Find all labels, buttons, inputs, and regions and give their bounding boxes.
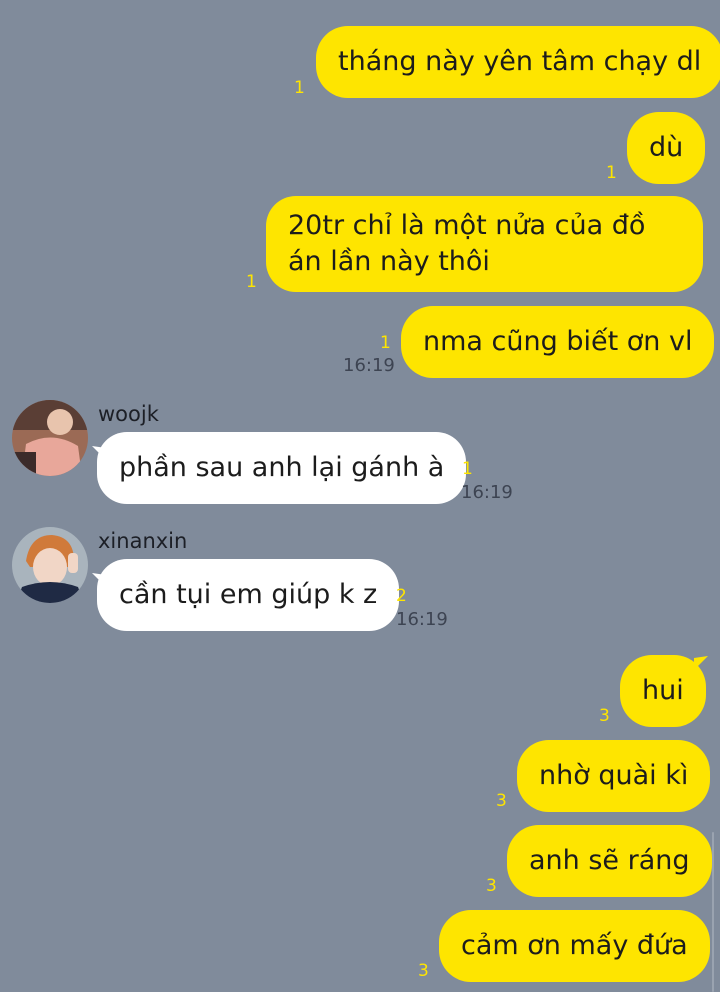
avatar[interactable]	[12, 527, 88, 603]
avatar-woojk	[12, 400, 88, 476]
unread-count: 1	[606, 163, 617, 183]
my-message-bubble[interactable]: anh sẽ ráng	[507, 825, 712, 897]
message-text: 20tr chỉ là một nửa của đồ án lần này th…	[288, 210, 646, 277]
unread-count: 3	[496, 791, 507, 811]
my-message-bubble[interactable]: hui	[620, 655, 706, 727]
message-text: tháng này yên tâm chạy dl	[338, 46, 702, 77]
message-text: dù	[649, 132, 684, 163]
sender-name: xinanxin	[98, 529, 188, 553]
message-time: 16:19	[396, 609, 448, 630]
chat-area[interactable]: tháng này yên tâm chạy dl 1 dù 1 20tr ch…	[0, 0, 720, 992]
my-message-bubble[interactable]: cảm ơn mấy đứa	[439, 910, 710, 982]
unread-count: 1	[380, 333, 391, 353]
message-text: anh sẽ ráng	[529, 845, 690, 876]
their-message-bubble[interactable]: phần sau anh lại gánh à	[97, 432, 467, 504]
message-text: nhờ quài kì	[539, 760, 689, 791]
my-message-bubble[interactable]: nhờ quài kì	[517, 740, 711, 812]
avatar[interactable]	[12, 400, 88, 476]
my-message-bubble[interactable]: nma cũng biết ơn vl	[401, 306, 715, 378]
avatar-xinanxin	[12, 527, 88, 603]
sender-name: woojk	[98, 402, 159, 426]
my-message-bubble[interactable]: dù	[627, 112, 706, 184]
unread-count: 2	[396, 586, 407, 606]
unread-count: 3	[418, 961, 429, 981]
unread-count: 3	[486, 876, 497, 896]
my-message-bubble[interactable]: 20tr chỉ là một nửa của đồ án lần này th…	[266, 196, 703, 292]
unread-count: 3	[599, 706, 610, 726]
unread-count: 1	[246, 272, 257, 292]
message-text: cần tụi em giúp k z	[119, 579, 378, 610]
message-text: hui	[642, 675, 684, 706]
message-text: phần sau anh lại gánh à	[119, 452, 445, 483]
message-time: 16:19	[461, 482, 513, 503]
message-text: nma cũng biết ơn vl	[423, 326, 693, 357]
unread-count: 1	[462, 459, 473, 479]
scrollbar[interactable]	[712, 832, 714, 992]
unread-count: 1	[294, 78, 305, 98]
my-message-bubble[interactable]: tháng này yên tâm chạy dl	[316, 26, 720, 98]
message-time: 16:19	[343, 355, 395, 376]
message-text: cảm ơn mấy đứa	[461, 930, 688, 961]
their-message-bubble[interactable]: cần tụi em giúp k z	[97, 559, 400, 631]
